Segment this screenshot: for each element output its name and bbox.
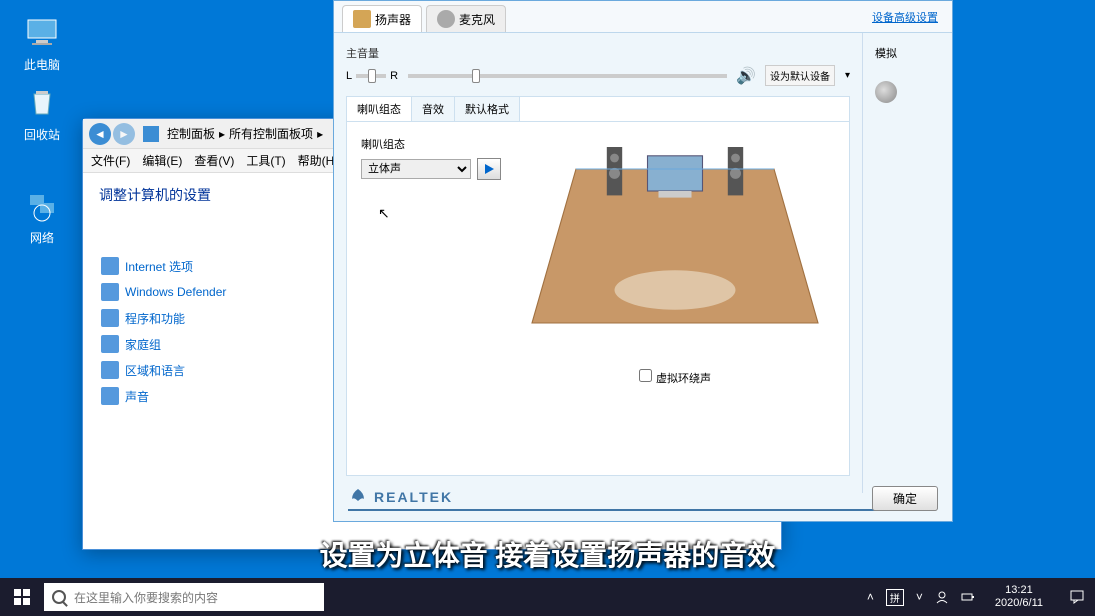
network-icon xyxy=(22,185,62,225)
balance-control[interactable]: L R xyxy=(346,70,398,82)
menu-view[interactable]: 查看(V) xyxy=(194,152,234,169)
device-advanced-link[interactable]: 设备高级设置 xyxy=(872,9,938,25)
cp-item-label: Windows Defender xyxy=(125,285,226,299)
mute-icon[interactable]: 🔊 xyxy=(737,67,755,85)
cp-item-icon xyxy=(101,335,119,353)
tab-microphone[interactable]: 麦克风 xyxy=(426,5,506,32)
cp-item-icon xyxy=(101,309,119,327)
desktop-icon-this-pc[interactable]: 此电脑 xyxy=(12,12,72,73)
realtek-logo: REALTEK xyxy=(348,487,902,511)
main-volume-label: 主音量 xyxy=(346,45,850,61)
system-tray: ˄ 拼 ˅ 13:21 2020/6/11 xyxy=(859,584,1059,610)
ok-button[interactable]: 确定 xyxy=(872,486,938,511)
search-icon xyxy=(52,590,66,604)
desktop-label: 网络 xyxy=(12,229,72,246)
desktop-icon-network[interactable]: 网络 xyxy=(12,185,72,246)
main-volume-block: 主音量 L R 🔊 设为默认设备 ▾ xyxy=(346,45,850,86)
notification-button[interactable] xyxy=(1059,578,1095,616)
cp-item-label: 区域和语言 xyxy=(125,362,185,379)
people-icon[interactable] xyxy=(935,590,949,604)
cp-item-icon xyxy=(101,387,119,405)
desktop-icon-recycle[interactable]: 回收站 xyxy=(12,82,72,143)
virtual-surround-check[interactable]: 虚拟环绕声 xyxy=(515,369,835,386)
menu-edit[interactable]: 编辑(E) xyxy=(142,152,182,169)
video-subtitle: 设置为立体音 接着设置扬声器的音效 xyxy=(0,534,1095,574)
speaker-icon xyxy=(353,10,371,28)
battery-icon[interactable] xyxy=(961,590,975,604)
cp-item-icon xyxy=(101,257,119,275)
ime-indicator[interactable]: 拼 xyxy=(886,589,904,606)
realtek-window: 设备高级设置 扬声器 麦克风 主音量 L R 🔊 设为默认设备 ▾ xyxy=(333,0,953,522)
cp-icon xyxy=(143,126,159,142)
config-label: 喇叭组态 xyxy=(361,136,501,152)
search-placeholder: 在这里输入你要搜索的内容 xyxy=(74,589,218,606)
room-visualization: 虚拟环绕声 xyxy=(515,136,835,356)
forward-button[interactable]: ► xyxy=(113,123,135,145)
set-default-button[interactable]: 设为默认设备 xyxy=(765,65,835,86)
search-box[interactable]: 在这里输入你要搜索的内容 xyxy=(44,583,324,611)
cp-item-icon xyxy=(101,283,119,301)
subtab-effect[interactable]: 音效 xyxy=(412,97,455,121)
start-button[interactable] xyxy=(0,578,44,616)
computer-icon xyxy=(22,12,62,52)
cp-item-label: Internet 选项 xyxy=(125,258,193,275)
mic-icon xyxy=(437,10,455,28)
cp-item-label: 程序和功能 xyxy=(125,310,185,327)
clock[interactable]: 13:21 2020/6/11 xyxy=(987,584,1051,610)
desktop-label: 此电脑 xyxy=(12,56,72,73)
device-tabs: 扬声器 麦克风 xyxy=(334,1,952,33)
tray-chevron2-icon[interactable]: ˅ xyxy=(916,590,923,604)
tray-chevron-icon[interactable]: ˄ xyxy=(867,590,874,604)
cp-item-icon xyxy=(101,361,119,379)
desktop-label: 回收站 xyxy=(12,126,72,143)
speaker-config-panel: 喇叭组态 音效 默认格式 喇叭组态 立体声 xyxy=(346,96,850,476)
speaker-config-dropdown[interactable]: 立体声 xyxy=(361,159,471,179)
subtab-format[interactable]: 默认格式 xyxy=(455,97,520,121)
recycle-bin-icon xyxy=(22,82,62,122)
taskbar: 在这里输入你要搜索的内容 ˄ 拼 ˅ 13:21 2020/6/11 xyxy=(0,578,1095,616)
tab-speaker[interactable]: 扬声器 xyxy=(342,5,422,32)
volume-slider[interactable] xyxy=(408,74,727,78)
analog-label: 模拟 xyxy=(875,45,940,61)
back-button[interactable]: ◄ xyxy=(89,123,111,145)
cp-item-label: 家庭组 xyxy=(125,336,161,353)
monitor-icon xyxy=(648,156,703,191)
subtab-config[interactable]: 喇叭组态 xyxy=(347,97,412,121)
cp-item-label: 声音 xyxy=(125,388,149,405)
cursor-icon: ↖ xyxy=(378,205,390,222)
menu-tools[interactable]: 工具(T) xyxy=(246,152,285,169)
menu-file[interactable]: 文件(F) xyxy=(91,152,130,169)
play-test-button[interactable] xyxy=(477,158,501,180)
audio-jack[interactable] xyxy=(875,81,897,103)
